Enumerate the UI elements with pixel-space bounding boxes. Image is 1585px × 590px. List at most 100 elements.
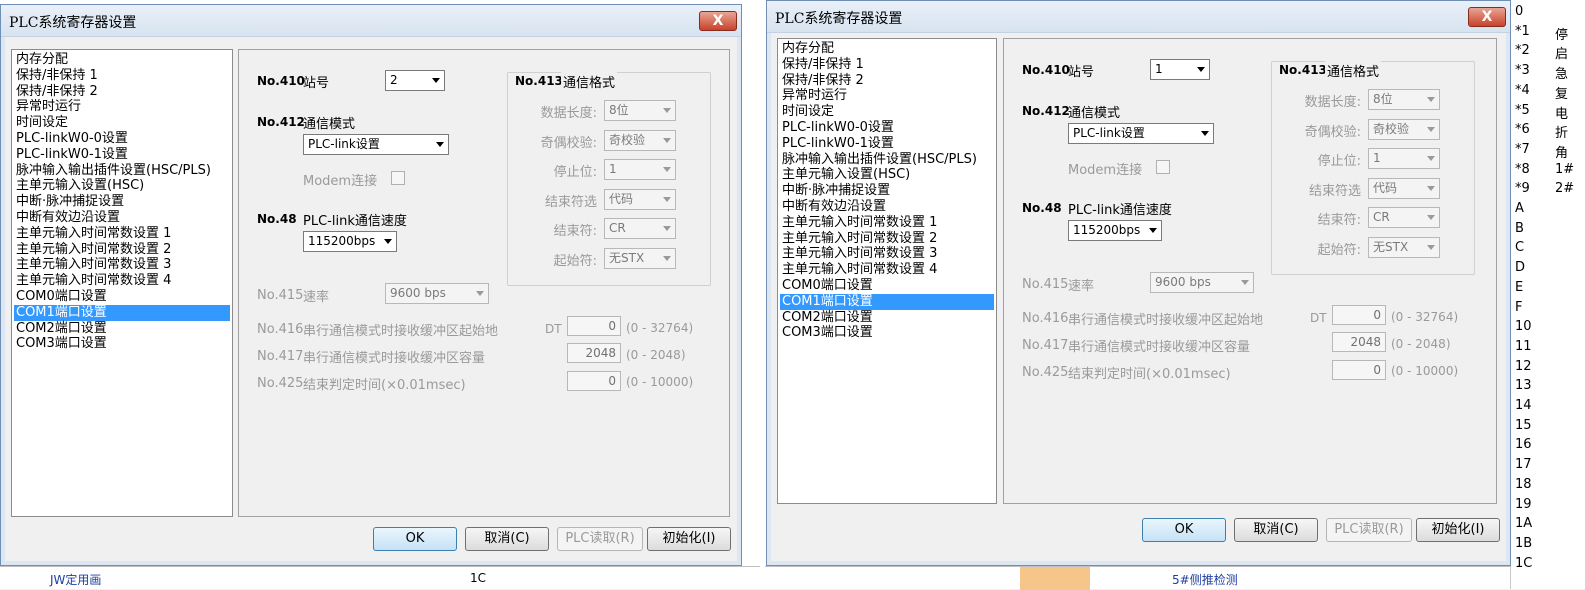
nav-item[interactable]: 时间设定 xyxy=(14,115,230,131)
no425-label: No.425 xyxy=(257,376,304,391)
nav-item[interactable]: COM2端口设置 xyxy=(14,321,230,337)
nav-item[interactable]: 异常时运行 xyxy=(14,99,230,115)
nav-item[interactable]: 异常时运行 xyxy=(780,88,994,104)
settings-panel: No.410 站号 1 No.412 通信模式 PLC-link设置 Modem连接 No.4… xyxy=(1003,38,1497,504)
station-select[interactable]: 1 xyxy=(1150,59,1210,80)
nav-item[interactable]: 主单元输入时间常数设置 1 xyxy=(14,226,230,242)
nav-item[interactable]: COM0端口设置 xyxy=(14,289,230,305)
nav-item[interactable]: PLC-linkW0-0设置 xyxy=(780,120,994,136)
format-row-select[interactable]: 代码 xyxy=(1368,177,1440,199)
chevron-down-icon xyxy=(384,239,392,244)
chevron-down-icon xyxy=(1201,131,1209,136)
format-row-select[interactable]: 1 xyxy=(1368,148,1440,169)
nav-item[interactable]: 主单元输入设置(HSC) xyxy=(780,167,994,183)
format-row-select[interactable]: 奇校验 xyxy=(1368,118,1440,140)
settings-nav-list[interactable]: 内存分配 保持/非保持 1 保持/非保持 2 异常时运行 时间设定 PLC-linkW0-… xyxy=(11,49,233,517)
rate-value: 9600 bps xyxy=(1155,275,1211,289)
address-label: 15 xyxy=(1515,417,1532,433)
background-text: JW定用画 xyxy=(50,573,102,587)
format-row-select[interactable]: 无STX xyxy=(604,247,676,269)
modem-checkbox[interactable] xyxy=(1156,160,1170,174)
ok-button[interactable]: OK xyxy=(373,527,457,551)
no417-label: No.417 xyxy=(1022,338,1069,353)
link-speed-select[interactable]: 115200bps xyxy=(1068,220,1162,241)
rate-select[interactable]: 9600 bps xyxy=(385,283,489,304)
nav-item[interactable]: COM0端口设置 xyxy=(780,278,994,294)
end-time-input[interactable]: 0 xyxy=(1332,360,1386,380)
address-label: C xyxy=(1515,240,1525,256)
settings-nav-list[interactable]: 内存分配 保持/非保持 1 保持/非保持 2 异常时运行 时间设定 PLC-linkW0-… xyxy=(777,38,997,504)
modem-checkbox[interactable] xyxy=(391,171,405,185)
nav-item[interactable]: 主单元输入设置(HSC) xyxy=(14,178,230,194)
nav-item[interactable]: COM1端口设置 xyxy=(780,293,994,310)
nav-item[interactable]: COM2端口设置 xyxy=(780,310,994,326)
nav-item[interactable]: 保持/非保持 1 xyxy=(780,57,994,73)
nav-item[interactable]: 内存分配 xyxy=(14,52,230,68)
buffer-capacity-label: 串行通信模式时接收缓冲区容量 xyxy=(303,351,486,366)
initialize-button[interactable]: 初始化(I) xyxy=(647,527,731,551)
close-button[interactable]: X xyxy=(1468,7,1506,27)
format-row-select[interactable]: CR xyxy=(604,218,676,239)
rate-select[interactable]: 9600 bps xyxy=(1150,272,1254,293)
comm-mode-select[interactable]: PLC-link设置 xyxy=(1068,123,1214,144)
nav-item[interactable]: 主单元输入时间常数设置 1 xyxy=(780,215,994,231)
buffer-start-input[interactable]: 0 xyxy=(1332,305,1386,325)
nav-item[interactable]: COM1端口设置 xyxy=(14,304,230,321)
nav-item[interactable]: 主单元输入时间常数设置 3 xyxy=(14,257,230,273)
format-row-select[interactable]: 代码 xyxy=(604,188,676,210)
address-label: 17 xyxy=(1515,457,1532,473)
rate-label: 速率 xyxy=(303,290,330,305)
nav-item[interactable]: PLC-linkW0-1设置 xyxy=(14,147,230,163)
nav-item[interactable]: PLC-linkW0-0设置 xyxy=(14,131,230,147)
end-time-input[interactable]: 0 xyxy=(567,371,621,391)
buffer-capacity-input[interactable]: 2048 xyxy=(1332,332,1386,352)
dt-label: DT xyxy=(545,322,562,336)
comm-mode-value: PLC-link设置 xyxy=(1073,126,1145,140)
format-row-select[interactable]: 8位 xyxy=(1368,89,1440,110)
address-comment: 急 xyxy=(1555,67,1569,83)
format-row-select[interactable]: CR xyxy=(1368,207,1440,228)
plc-read-button[interactable]: PLC读取(R) xyxy=(1326,518,1412,542)
nav-item[interactable]: 主单元输入时间常数设置 2 xyxy=(14,242,230,258)
buffer-capacity-range: (0 - 2048) xyxy=(626,348,686,362)
nav-item[interactable]: 时间设定 xyxy=(780,104,994,120)
format-row-select[interactable]: 1 xyxy=(604,159,676,180)
nav-item[interactable]: 主单元输入时间常数设置 2 xyxy=(780,231,994,247)
nav-item[interactable]: 脉冲输入输出插件设置(HSC/PLS) xyxy=(14,163,230,179)
plc-read-button[interactable]: PLC读取(R) xyxy=(557,527,643,551)
nav-item[interactable]: 中断·脉冲捕捉设置 xyxy=(780,183,994,199)
format-row-select[interactable]: 无STX xyxy=(1368,236,1440,258)
nav-item[interactable]: COM3端口设置 xyxy=(780,325,994,341)
chevron-down-icon xyxy=(476,291,484,296)
nav-item[interactable]: 中断有效边沿设置 xyxy=(14,210,230,226)
initialize-button[interactable]: 初始化(I) xyxy=(1416,518,1500,542)
nav-item[interactable]: 中断·脉冲捕捉设置 xyxy=(14,194,230,210)
nav-item[interactable]: COM3端口设置 xyxy=(14,336,230,352)
cancel-button[interactable]: 取消(C) xyxy=(465,527,549,551)
nav-item[interactable]: 内存分配 xyxy=(780,41,994,57)
comm-mode-select[interactable]: PLC-link设置 xyxy=(303,134,449,155)
address-comment: 启 xyxy=(1555,47,1569,63)
address-label: *5 xyxy=(1515,102,1530,118)
link-speed-select[interactable]: 115200bps xyxy=(303,231,397,252)
nav-item[interactable]: 主单元输入时间常数设置 4 xyxy=(780,262,994,278)
end-time-label: 结束判定时间(×0.01msec) xyxy=(303,378,466,393)
ok-button[interactable]: OK xyxy=(1142,518,1226,542)
station-select[interactable]: 2 xyxy=(385,70,445,91)
address-label: E xyxy=(1515,279,1524,295)
address-label: 18 xyxy=(1515,476,1532,492)
nav-item[interactable]: 脉冲输入输出插件设置(HSC/PLS) xyxy=(780,152,994,168)
nav-item[interactable]: 保持/非保持 2 xyxy=(14,84,230,100)
close-button[interactable]: X xyxy=(699,11,737,31)
nav-item[interactable]: 主单元输入时间常数设置 4 xyxy=(14,273,230,289)
format-row-select[interactable]: 奇校验 xyxy=(604,129,676,151)
nav-item[interactable]: 保持/非保持 1 xyxy=(14,68,230,84)
nav-item[interactable]: 主单元输入时间常数设置 3 xyxy=(780,246,994,262)
buffer-start-input[interactable]: 0 xyxy=(567,316,621,336)
cancel-button[interactable]: 取消(C) xyxy=(1234,518,1318,542)
nav-item[interactable]: 中断有效边沿设置 xyxy=(780,199,994,215)
nav-item[interactable]: PLC-linkW0-1设置 xyxy=(780,136,994,152)
nav-item[interactable]: 保持/非保持 2 xyxy=(780,73,994,89)
format-row-select[interactable]: 8位 xyxy=(604,100,676,121)
buffer-capacity-input[interactable]: 2048 xyxy=(567,343,621,363)
